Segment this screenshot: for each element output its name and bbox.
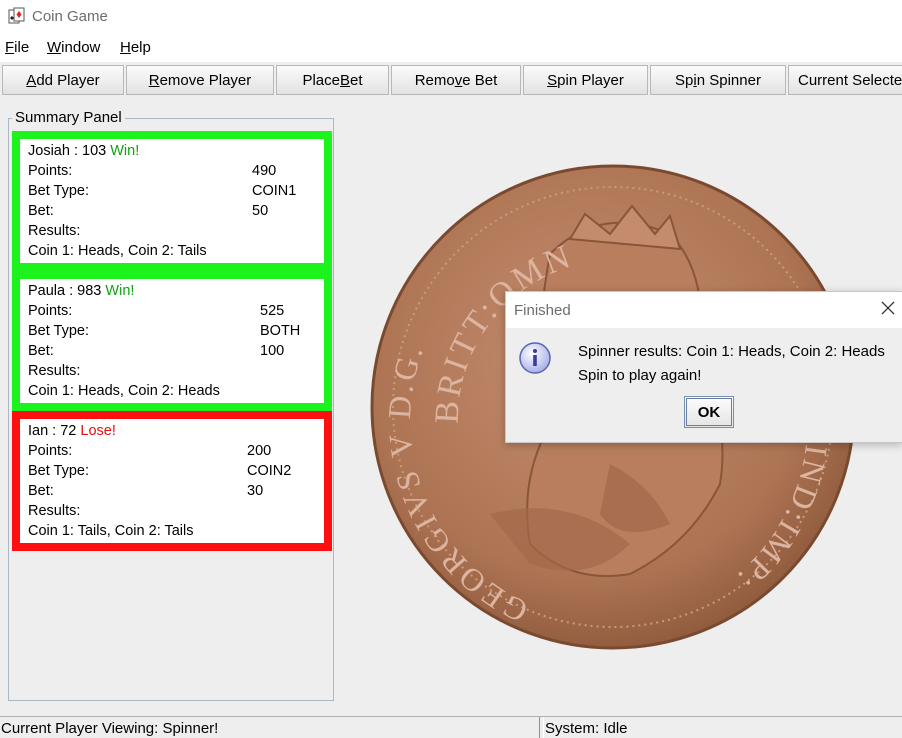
results-value: Coin 1: Heads, Coin 2: Tails (28, 243, 207, 259)
bet-type-value: COIN1 (252, 183, 297, 199)
player-name: Paula : 983 Win! (28, 283, 134, 299)
results-value: Coin 1: Tails, Coin 2: Tails (28, 523, 194, 539)
status-system: System: Idle (545, 720, 628, 737)
results-label: Results: (28, 363, 81, 379)
dialog-header: Finished (506, 292, 902, 328)
bet-type-value: COIN2 (247, 463, 292, 479)
menu-file-rest: ile (14, 39, 30, 56)
results-label: Results: (28, 503, 81, 519)
title-bar: Coin Game (0, 0, 902, 34)
player-outcome: Lose! (80, 423, 116, 439)
remove-bet-button[interactable]: Remo v e Bet (391, 65, 521, 95)
points-value: 525 (260, 303, 285, 319)
menu-file[interactable]: File (5, 39, 29, 56)
status-divider (539, 717, 544, 738)
player-name: Josiah : 103 Win! (28, 143, 139, 159)
points-value: 200 (247, 443, 272, 459)
spin-spinner-button[interactable]: Sp i n Spinner (650, 65, 786, 95)
dialog-title: Finished (514, 302, 571, 319)
toolbar: Add Player Remove Player Place Bet Remo v… (0, 62, 902, 101)
status-current-player: Current Player Viewing: Spinner! (1, 720, 219, 737)
bet-label: Bet: (28, 483, 54, 499)
player-outcome: Win! (110, 143, 140, 159)
bet-value: 30 (247, 483, 264, 499)
finished-dialog: Finished Spinner results: Coin 1: Heads,… (505, 291, 902, 443)
player-name-text: Ian : 72 (28, 423, 81, 439)
results-value: Coin 1: Heads, Coin 2: Heads (28, 383, 220, 399)
points-label: Points: (28, 443, 73, 459)
player-card[interactable]: Paula : 983 Win! Points: 525 Bet Type: BOTH B… (12, 271, 332, 411)
card-game-icon (8, 7, 25, 24)
bet-type-label: Bet Type: (28, 183, 89, 199)
points-label: Points: (28, 303, 73, 319)
player-name-text: Paula : 983 (28, 283, 106, 299)
menu-help[interactable]: Help (120, 39, 151, 56)
window-title: Coin Game (32, 8, 108, 25)
bet-value: 50 (252, 203, 269, 219)
player-card[interactable]: Ian : 72 Lose! Points: 200 Bet Type: COIN2 Be… (12, 411, 332, 551)
points-label: Points: (28, 163, 73, 179)
menu-window[interactable]: Window (47, 39, 100, 56)
bet-label: Bet: (28, 343, 54, 359)
player-name: Ian : 72 Lose! (28, 423, 116, 439)
bet-type-value: BOTH (260, 323, 301, 339)
close-icon[interactable] (878, 298, 898, 318)
menu-bar: File Window Help (0, 34, 902, 62)
menu-window-rest: indow (61, 39, 101, 56)
dialog-message-line1: Spinner results: Coin 1: Heads, Coin 2: … (578, 343, 885, 360)
bet-type-label: Bet Type: (28, 463, 89, 479)
player-name-text: Josiah : 103 (28, 143, 111, 159)
player-outcome: Win! (105, 283, 135, 299)
info-icon (519, 342, 551, 374)
results-label: Results: (28, 223, 81, 239)
bet-type-label: Bet Type: (28, 323, 89, 339)
remove-player-button[interactable]: Remove Player (126, 65, 274, 95)
spin-player-button[interactable]: Spin Player (523, 65, 648, 95)
ok-button[interactable]: OK (684, 396, 734, 428)
status-bar: Current Player Viewing: Spinner! System:… (0, 716, 902, 738)
bet-label: Bet: (28, 203, 54, 219)
current-selected-button[interactable]: Current Selecte (788, 65, 902, 95)
place-bet-button[interactable]: Place Bet (276, 65, 389, 95)
menu-help-rest: elp (130, 39, 151, 56)
points-value: 490 (252, 163, 277, 179)
player-card[interactable]: Josiah : 103 Win! Points: 490 Bet Type: COIN… (12, 131, 332, 271)
dialog-message-line2: Spin to play again! (578, 367, 702, 384)
summary-panel-title: Summary Panel (12, 109, 125, 126)
bet-value: 100 (260, 343, 285, 359)
add-player-button[interactable]: Add Player (2, 65, 124, 95)
